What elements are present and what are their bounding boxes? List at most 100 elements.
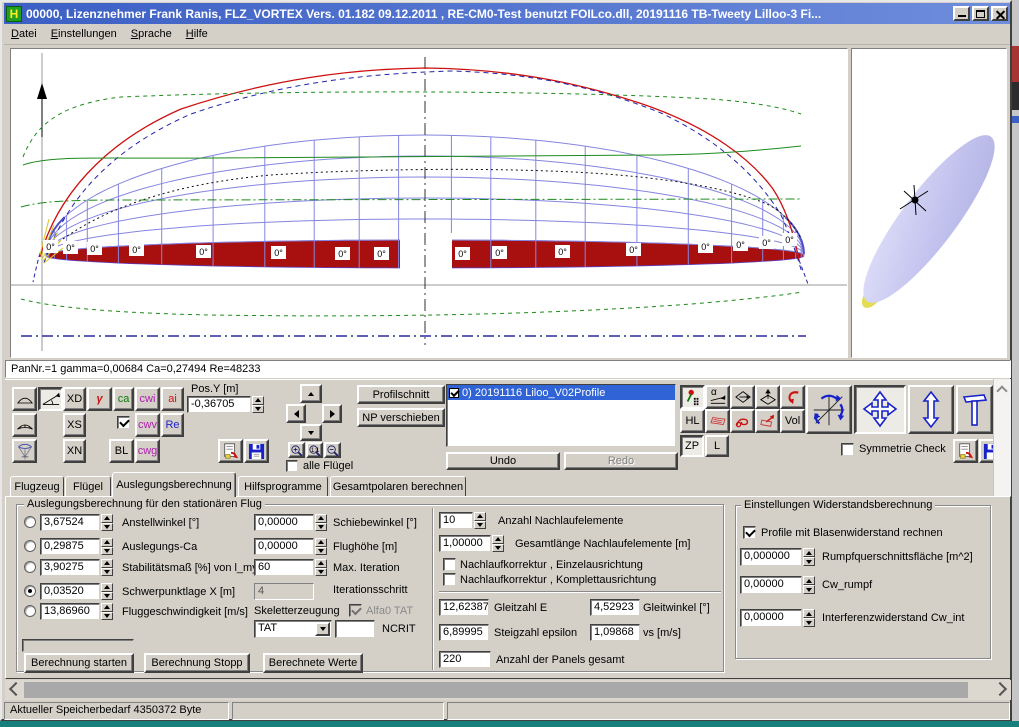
save-geometry-button[interactable]: [979, 439, 993, 463]
panel-flat-button[interactable]: [705, 409, 730, 433]
stretch-z-button[interactable]: [908, 385, 954, 434]
nachlaufkorrektur-komplett-checkbox[interactable]: [443, 573, 456, 586]
save-button[interactable]: [244, 439, 269, 463]
fluggeschwindigkeit-field[interactable]: 13,86960: [40, 603, 100, 620]
xd-button[interactable]: XD: [63, 387, 86, 411]
panel-paint-button[interactable]: [680, 385, 705, 409]
panel-force-button[interactable]: [755, 409, 780, 433]
re-button[interactable]: Re: [161, 413, 184, 437]
close-button[interactable]: [991, 6, 1008, 21]
tab-gesamtpolaren[interactable]: Gesamtpolaren berechnen: [330, 476, 466, 497]
max-iteration-spinner[interactable]: [315, 559, 327, 576]
zoom-out-button[interactable]: [324, 442, 341, 458]
vol-button[interactable]: Vol: [780, 409, 805, 433]
fluggeschwindigkeit-spinner[interactable]: [101, 603, 113, 620]
horizontal-scrollbar[interactable]: [5, 680, 1011, 700]
berechnung-starten-button[interactable]: Berechnung starten: [24, 653, 134, 673]
profile-item-checkbox[interactable]: [449, 388, 459, 398]
blasenwiderstand-checkbox[interactable]: [743, 526, 756, 539]
scroll-left-icon[interactable]: [9, 682, 23, 696]
ai-button[interactable]: ai: [161, 387, 184, 411]
alle-fluegel-checkbox[interactable]: [286, 460, 298, 472]
cwg-button[interactable]: cwg: [135, 439, 160, 463]
zp-button[interactable]: ZP: [680, 435, 704, 457]
hl-button[interactable]: HL: [680, 409, 705, 433]
pan-down-button[interactable]: [300, 424, 322, 441]
alpha-view-button[interactable]: [38, 387, 63, 411]
schiebewinkel-field[interactable]: 0,00000: [254, 514, 314, 531]
l-button[interactable]: L: [705, 435, 729, 457]
tab-fluegel[interactable]: Flügel: [65, 476, 111, 497]
radio-schwerpunktlage[interactable]: [24, 585, 36, 597]
profile-listbox[interactable]: 0) 20191116 Liloo_V02Profile: [446, 384, 676, 447]
flughoehe-field[interactable]: 0,00000: [254, 538, 314, 555]
pan-up-button[interactable]: [300, 384, 322, 403]
skelett-combobox[interactable]: TAT: [254, 620, 332, 638]
rumpfquerschnitt-field[interactable]: 0,000000: [740, 548, 802, 566]
horizontal-scroll-thumb[interactable]: [24, 682, 968, 698]
panel-lift-button[interactable]: [755, 385, 780, 409]
gamma-button[interactable]: γ: [87, 387, 112, 411]
xn-button[interactable]: XN: [63, 439, 86, 463]
berechnung-stopp-button[interactable]: Berechnung Stopp: [144, 653, 250, 673]
symmetrie-check-checkbox[interactable]: [841, 443, 854, 456]
rumpfquerschnitt-spinner[interactable]: [803, 548, 815, 566]
ca-button[interactable]: ca: [113, 387, 134, 411]
cwv-button[interactable]: cwv: [135, 413, 160, 437]
xs-button[interactable]: XS: [63, 413, 86, 437]
panel-normal-button[interactable]: [730, 385, 755, 409]
zoom-in-button[interactable]: [288, 442, 305, 458]
radio-auslegungs-ca[interactable]: [24, 540, 36, 552]
schiebewinkel-spinner[interactable]: [315, 514, 327, 531]
schwerpunktlage-field[interactable]: 0,03520: [40, 583, 100, 600]
laenge-nachlauf-field[interactable]: 1,00000: [439, 535, 491, 552]
laenge-nachlauf-spinner[interactable]: [492, 535, 504, 552]
pan-3d-button[interactable]: [854, 385, 906, 434]
zoom-reset-button[interactable]: 1:1: [306, 442, 323, 458]
schwerpunktlage-spinner[interactable]: [101, 583, 113, 600]
pos-y-field[interactable]: -0,36705: [187, 396, 251, 413]
redo-button[interactable]: Redo: [564, 452, 678, 470]
cw-int-spinner[interactable]: [803, 609, 815, 627]
pan-left-button[interactable]: [286, 404, 306, 423]
cw-int-field[interactable]: 0,00000: [740, 609, 802, 627]
pan-right-button[interactable]: [322, 404, 342, 423]
paraglider-view-button[interactable]: [12, 439, 37, 463]
cells-view-button[interactable]: [12, 413, 37, 437]
rotate-3d-button[interactable]: [806, 385, 852, 434]
profile-list-item[interactable]: 0) 20191116 Liloo_V02Profile: [447, 385, 675, 400]
tab-flugzeug[interactable]: Flugzeug: [10, 476, 64, 497]
export-geometry-button[interactable]: [953, 439, 978, 463]
menu-einstellungen[interactable]: Einstellungen: [44, 26, 124, 42]
title-bar[interactable]: H 00000, Lizenznehmer Frank Ranis, FLZ_V…: [4, 3, 1010, 24]
menu-hilfe[interactable]: Hilfe: [179, 26, 215, 42]
scroll-right-icon[interactable]: [993, 682, 1007, 696]
cw-rumpf-spinner[interactable]: [803, 576, 815, 594]
stabilitaetsmass-field[interactable]: 3,90275: [40, 559, 100, 576]
menu-datei[interactable]: Datei: [4, 26, 44, 42]
np-verschieben-button[interactable]: NP verschieben: [357, 408, 445, 427]
tab-hilfsprogramme[interactable]: Hilfsprogramme: [238, 476, 328, 497]
anzahl-nachlauf-field[interactable]: 10: [439, 512, 473, 529]
flughoehe-spinner[interactable]: [315, 538, 327, 555]
auslegungs-ca-spinner[interactable]: [101, 538, 113, 555]
berechnete-werte-button[interactable]: Berechnete Werte: [263, 653, 363, 673]
max-iteration-field[interactable]: 60: [254, 559, 314, 576]
tab-auslegungsberechnung[interactable]: Auslegungsberechnung: [112, 472, 236, 497]
wing-plot-pane[interactable]: 0° 0° 0° 0° 0° 0° 0° 0° 0° 0° 0° 0° 0° 0…: [10, 48, 848, 358]
combo-dropdown-button[interactable]: [315, 622, 330, 636]
auslegungs-ca-field[interactable]: 0,29875: [40, 538, 100, 555]
anstellwinkel-spinner[interactable]: [101, 514, 113, 531]
undo-button[interactable]: Undo: [446, 452, 560, 470]
export-button[interactable]: [218, 439, 243, 463]
ca-display-checkbox[interactable]: [117, 416, 130, 429]
menu-sprache[interactable]: Sprache: [124, 26, 179, 42]
nachlaufkorrektur-einzel-checkbox[interactable]: [443, 558, 456, 571]
scroll-up-icon[interactable]: [996, 385, 1007, 396]
ncrit-field[interactable]: [335, 620, 375, 638]
radio-stabilitaetsmass[interactable]: [24, 561, 36, 573]
minimize-button[interactable]: [953, 6, 970, 21]
cw-rumpf-field[interactable]: 0,00000: [740, 576, 802, 594]
wing-planform-button[interactable]: [12, 387, 37, 411]
bl-button[interactable]: BL: [109, 439, 134, 463]
